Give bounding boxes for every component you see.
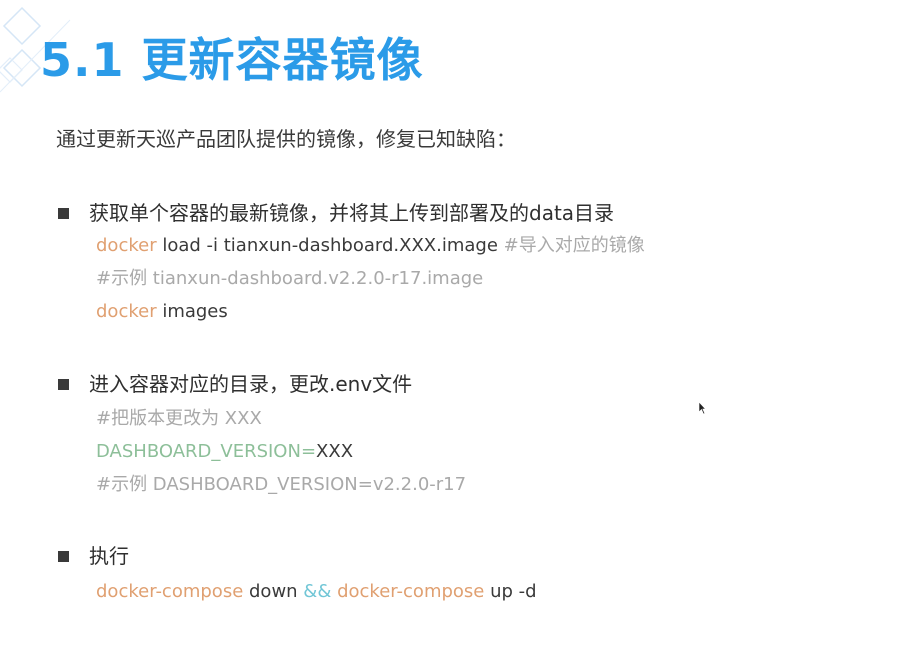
bullet-item: 获取单个容器的最新镜像，并将其上传到部署及的data目录 [58,198,614,228]
code-command: docker [96,235,157,256]
code-line-load: docker load -i tianxun-dashboard.XXX.ima… [96,232,645,260]
code-command: docker-compose [96,581,244,602]
bullet-heading: 进入容器对应的目录，更改.env文件 [89,372,413,396]
code-line-compose: docker-compose down && docker-compose up… [96,578,537,606]
bullet-heading: 执行 [89,544,129,568]
intro-text: 通过更新天巡产品团队提供的镜像，修复已知缺陷： [56,127,516,151]
code-command: docker-compose [331,581,485,602]
code-args: load -i tianxun-dashboard.XXX.image [156,235,498,256]
code-command: docker [96,301,157,322]
code-line-example: #示例 tianxun-dashboard.v2.2.0-r17.image [96,265,483,293]
env-variable-name: DASHBOARD_VERSION= [96,441,317,462]
code-comment: #示例 tianxun-dashboard.v2.2.0-r17.image [96,268,484,289]
bullet-item: 执行 [58,541,129,571]
code-line-comment: #把版本更改为 XXX [96,405,262,433]
square-bullet-icon [58,378,69,390]
code-line-variable: DASHBOARD_VERSION=XXX [96,438,353,466]
code-args: images [156,301,228,322]
page-title: 5.1 更新容器镜像 [40,33,424,87]
code-line-example: #示例 DASHBOARD_VERSION=v2.2.0-r17 [96,471,466,499]
code-args: up -d [484,581,537,602]
square-bullet-icon [58,550,69,562]
code-comment: #示例 DASHBOARD_VERSION=v2.2.0-r17 [96,474,467,495]
code-comment: #导入对应的镜像 [497,235,645,256]
code-comment: #把版本更改为 XXX [96,408,262,429]
code-operator: && [303,581,332,602]
bullet-heading: 获取单个容器的最新镜像，并将其上传到部署及的data目录 [89,201,615,225]
square-bullet-icon [58,207,69,219]
code-line-images: docker images [96,298,228,326]
env-variable-value: XXX [316,441,354,462]
mouse-pointer-icon [698,401,706,415]
code-args: down [243,581,304,602]
bullet-item: 进入容器对应的目录，更改.env文件 [58,369,412,399]
